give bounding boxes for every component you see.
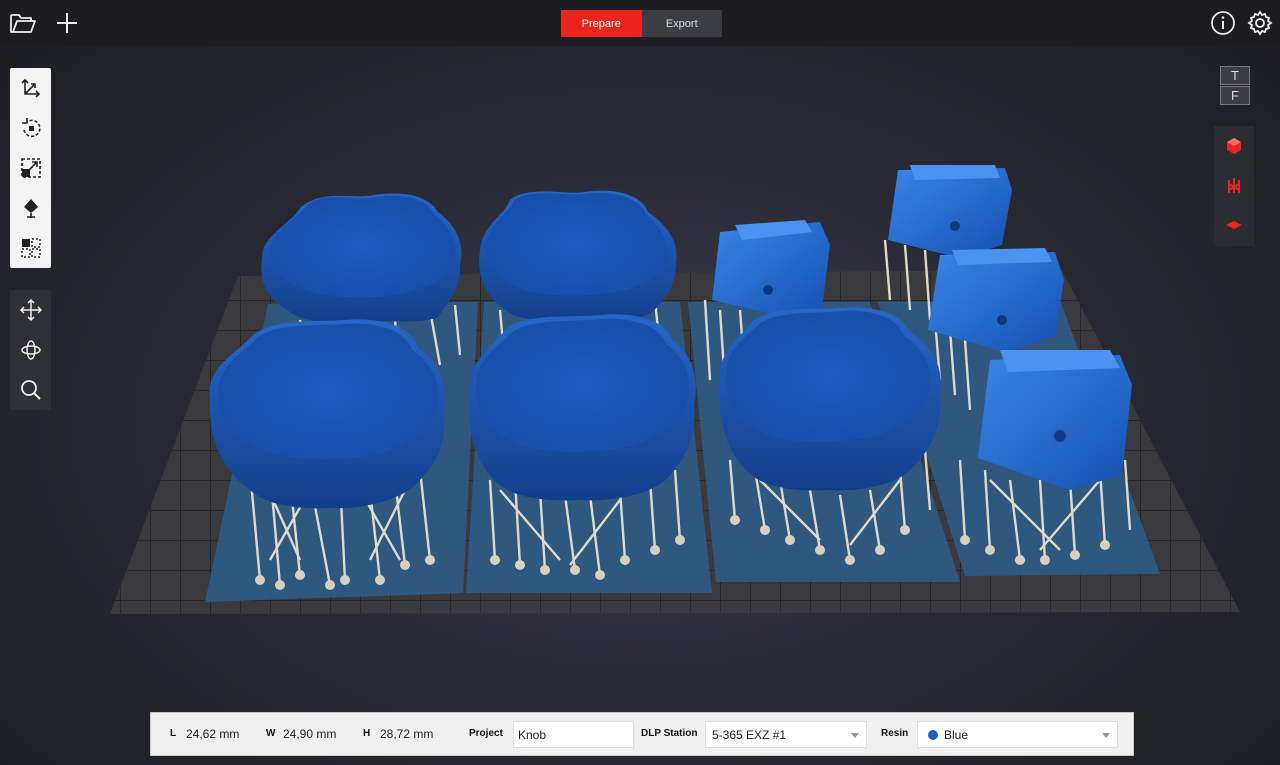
camera-toolbar — [10, 290, 51, 410]
knob-model[interactable] — [479, 190, 677, 321]
width-value: 24,90 mm — [283, 727, 337, 741]
display-mode-toolbar — [1214, 126, 1254, 246]
length-label: L — [170, 728, 177, 739]
build-platform-scene — [110, 165, 1240, 614]
view-front-button[interactable]: F — [1220, 86, 1250, 105]
knob-model[interactable] — [209, 319, 446, 509]
rotate-icon[interactable] — [10, 108, 51, 148]
knob-model[interactable] — [469, 314, 696, 501]
length-value: 24,62 mm — [186, 727, 240, 741]
zoom-icon[interactable] — [10, 370, 51, 410]
project-name-value: Knob — [518, 727, 547, 742]
tab-export[interactable]: Export — [641, 10, 722, 37]
orbit-icon[interactable] — [10, 330, 51, 370]
height-label: H — [363, 728, 371, 739]
part-info-bar: L 24,62 mm W 24,90 mm H 28,72 mm Project… — [150, 712, 1134, 756]
plus-icon[interactable] — [52, 8, 82, 38]
bracket-model[interactable] — [888, 165, 1012, 258]
info-icon[interactable] — [1208, 8, 1238, 38]
width-label: W — [266, 728, 276, 739]
project-name-input[interactable]: Knob — [513, 721, 634, 748]
support-view-icon[interactable] — [1214, 166, 1254, 206]
view-cube: T F — [1220, 66, 1250, 106]
knob-model[interactable] — [719, 307, 941, 491]
move-axes-icon[interactable] — [10, 68, 51, 108]
resin-label: Resin — [881, 728, 909, 739]
transform-toolbar — [10, 68, 51, 268]
model-view-icon[interactable] — [1214, 126, 1254, 166]
bracket-model[interactable] — [712, 220, 830, 318]
gear-icon[interactable] — [1245, 8, 1275, 38]
lay-flat-icon[interactable] — [10, 188, 51, 228]
slice-view-icon[interactable] — [1214, 206, 1254, 246]
station-value: 5-365 EXZ #1 — [712, 727, 787, 742]
knob-model[interactable] — [261, 193, 462, 323]
top-toolbar: Prepare Export — [0, 0, 1280, 46]
tab-prepare[interactable]: Prepare — [561, 10, 642, 37]
folder-open-icon[interactable] — [8, 8, 38, 38]
chevron-down-icon — [1102, 733, 1110, 738]
chevron-down-icon — [851, 733, 859, 738]
view-top-button[interactable]: T — [1220, 66, 1250, 85]
station-select[interactable]: 5-365 EXZ #1 — [705, 721, 867, 748]
pan-icon[interactable] — [10, 290, 51, 330]
resin-value: Blue — [944, 727, 969, 742]
station-label: DLP Station — [641, 728, 698, 739]
3d-viewport[interactable] — [0, 46, 1280, 711]
mode-tabs: Prepare Export — [561, 10, 722, 37]
height-value: 28,72 mm — [380, 727, 434, 741]
project-label: Project — [469, 728, 503, 739]
resin-select[interactable]: Blue — [917, 721, 1118, 748]
arrange-grid-icon[interactable] — [10, 228, 51, 268]
scale-icon[interactable] — [10, 148, 51, 188]
resin-color-swatch — [928, 729, 938, 740]
